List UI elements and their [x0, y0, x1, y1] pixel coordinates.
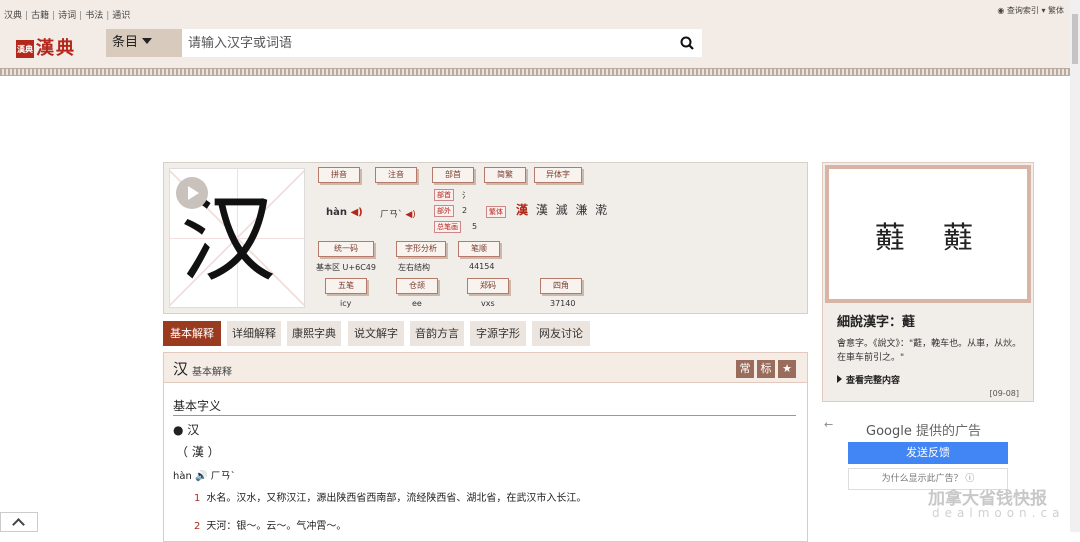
tab-phonology[interactable]: 音韵方言 [410, 321, 464, 346]
ancient-glyph-b: 蘳 [943, 221, 973, 256]
logo-seal-icon: 漢典 [16, 40, 34, 58]
tab-shuowen[interactable]: 说文解字 [348, 321, 404, 346]
zhuyin-value[interactable]: ㄏㄢˋ ◀) [380, 207, 416, 220]
read-more-link[interactable]: 查看完整内容 [837, 373, 900, 386]
tag-zhengma[interactable]: 郑码 [467, 278, 509, 294]
speaker-icon: ◀) [402, 210, 416, 220]
entry-pinyin[interactable]: hàn 🔊 ㄏㄢˋ [173, 467, 236, 482]
tag-pinyin[interactable]: 拼音 [318, 167, 360, 183]
definition-item: 2 天河：银～。云～。气冲霄～。 [194, 521, 347, 532]
tag-wubi[interactable]: 五笔 [325, 278, 367, 294]
tag-unicode[interactable]: 统一码 [318, 241, 374, 257]
dropdown-caret-icon [142, 38, 153, 44]
definition-item: 1 水名。汉水，又称汉江，源出陕西省西南部，流经陕西省、湖北省，在武汉市入长江。 [194, 493, 587, 504]
panel-header: 汉 基本解释 常 标 ★ [164, 353, 807, 383]
send-feedback-button[interactable]: 发送反馈 [848, 442, 1008, 464]
card-title[interactable]: 細說漢字：蘳 [837, 311, 915, 330]
tag-sijiao[interactable]: 四角 [540, 278, 582, 294]
top-nav: 汉典 | 古籍 | 诗词 | 书法 | 通识 [4, 11, 131, 21]
traditional-label: 繁体 [486, 206, 506, 218]
tab-kangxi[interactable]: 康熙字典 [287, 321, 341, 346]
structure-value: 左右结构 [398, 263, 430, 272]
zhengma-value: vxs [481, 299, 495, 308]
total-strokes-label: 总笔画 [434, 221, 461, 233]
favorite-star-icon[interactable]: ★ [778, 360, 796, 378]
nav-link-handian[interactable]: 汉典 [4, 11, 22, 21]
tag-stroke-order[interactable]: 笔顺 [458, 241, 500, 257]
ancient-glyph-a: 蘳 [875, 221, 905, 256]
character-info-box: 汉 拼音 注音 部首 简繁 异体字 hàn ◀) ㄏㄢˋ ◀) 部首 氵 部外 … [163, 162, 808, 314]
outer-strokes-label: 部外 [434, 205, 454, 217]
glyph-story-card[interactable]: 蘳 蘳 細說漢字：蘳 會意字。《說文》："蘳，輓车也。从車，从炏。在車车前引之。… [822, 162, 1034, 402]
search-input[interactable] [182, 29, 702, 57]
ancient-glyph-image: 蘳 蘳 [825, 165, 1031, 303]
stroke-order-value: 44154 [469, 262, 495, 271]
ad-title: Google 提供的广告 [866, 424, 981, 439]
entry-traditional: （ 漢 ） [176, 445, 220, 459]
tag-simp-trad[interactable]: 简繁 [484, 167, 526, 183]
back-arrow-icon[interactable]: ← [824, 418, 833, 431]
nav-link-guji[interactable]: 古籍 [31, 11, 49, 21]
section-title: 基本字义 [173, 399, 222, 413]
panel-subtitle: 基本解释 [192, 367, 232, 378]
tab-basic[interactable]: 基本解释 [163, 321, 221, 346]
variant-chars[interactable]: 漢 漢 滅 溓 漧 [516, 201, 609, 218]
site-logo[interactable]: 漢典 漢典 [16, 34, 76, 60]
tag-cangjie[interactable]: 仓颉 [396, 278, 438, 294]
radical-label: 部首 [434, 189, 454, 201]
logo-text: 漢典 [36, 38, 76, 59]
common-word-button[interactable]: 常 [736, 360, 754, 378]
outer-strokes-value: 2 [462, 206, 468, 215]
entry-char: ● 汉 [173, 423, 200, 437]
pinyin-value[interactable]: hàn ◀) [326, 207, 363, 218]
wubi-value: icy [340, 299, 352, 308]
scroll-up-button[interactable] [0, 512, 38, 532]
nav-link-shufa[interactable]: 书法 [85, 11, 103, 21]
watermark-url: dealmoon.ca [932, 506, 1065, 520]
nav-link-tongshi[interactable]: 通识 [112, 11, 130, 21]
scrollbar-thumb[interactable] [1072, 14, 1078, 64]
character-image: 汉 [169, 168, 305, 308]
tag-radical[interactable]: 部首 [432, 167, 474, 183]
sijiao-value: 37140 [550, 299, 576, 308]
header: 汉典 | 古籍 | 诗词 | 书法 | 通识 ◉ 查询索引 ▾ 繁体 漢典 漢典 条目 [0, 0, 1070, 70]
play-stroke-animation-icon[interactable] [176, 177, 208, 209]
card-date: [09-08] [989, 389, 1020, 398]
tab-discussion[interactable]: 网友讨论 [532, 321, 590, 346]
tag-variants[interactable]: 异体字 [534, 167, 582, 183]
standard-button[interactable]: 标 [757, 360, 775, 378]
tab-detailed[interactable]: 详细解释 [227, 321, 281, 346]
tab-etymology[interactable]: 字源字形 [470, 321, 526, 346]
card-description: 會意字。《說文》："蘳，輓车也。从車，从炏。在車车前引之。" [837, 339, 1022, 363]
search-icon[interactable] [680, 36, 694, 50]
definition-panel: 汉 基本解释 常 标 ★ 基本字义 ● 汉 （ 漢 ） hàn 🔊 ㄏㄢˋ 1水… [163, 352, 808, 542]
top-right-links[interactable]: ◉ 查询索引 ▾ 繁体 [997, 5, 1064, 16]
radical-value: 氵 [462, 191, 470, 200]
scrollbar[interactable] [1070, 0, 1080, 532]
total-strokes-value: 5 [472, 222, 478, 231]
divider [173, 415, 796, 416]
cangjie-value: ee [412, 299, 422, 308]
speaker-icon: ◀) [347, 207, 363, 218]
panel-char: 汉 [173, 360, 189, 378]
category-select[interactable]: 条目 [106, 29, 182, 57]
category-label: 条目 [112, 35, 139, 50]
tag-zhuyin[interactable]: 注音 [375, 167, 417, 183]
traditional-char: 漢 [516, 203, 531, 217]
unicode-value: 基本区 U+6C49 [316, 263, 376, 272]
tag-structure[interactable]: 字形分析 [396, 241, 446, 257]
decorative-border [0, 68, 1070, 76]
nav-link-shici[interactable]: 诗词 [58, 11, 76, 21]
